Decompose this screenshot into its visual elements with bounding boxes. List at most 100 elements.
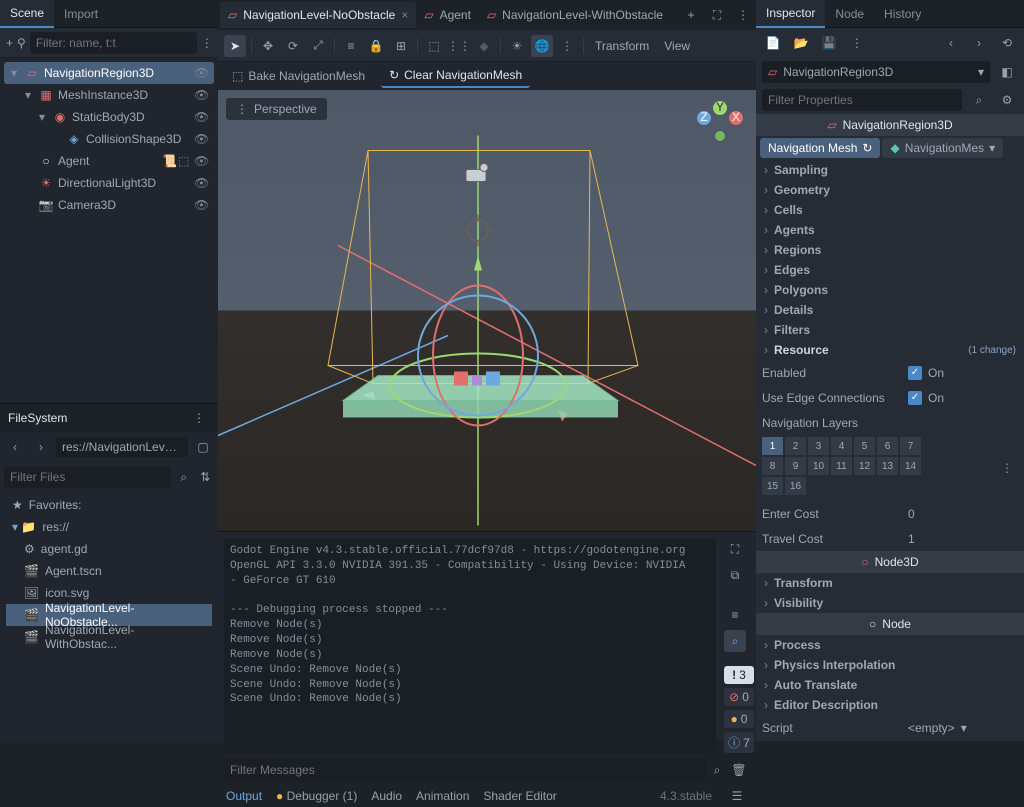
audio-tab[interactable]: Audio [371, 789, 402, 803]
prop-group[interactable]: ›Visibility [756, 593, 1024, 613]
add-scene-icon[interactable]: + [680, 4, 702, 26]
filter-properties-input[interactable] [762, 89, 962, 111]
add-node-icon[interactable]: + [6, 32, 13, 54]
more-icon[interactable]: ⋮ [846, 32, 868, 54]
tree-node[interactable]: ☀DirectionalLight3D👁 [4, 172, 214, 194]
prop-group[interactable]: ›Regions [756, 240, 1024, 260]
layer-cell[interactable]: 5 [854, 437, 875, 455]
prop-group[interactable]: ›Edges [756, 260, 1024, 280]
fs-item[interactable]: 🎬Agent.tscn [6, 560, 212, 582]
viewport-3d[interactable]: ⋮ Perspective X Y Z [218, 90, 756, 531]
layer-cell[interactable]: 16 [785, 477, 806, 495]
prop-group[interactable]: ›Sampling [756, 160, 1024, 180]
prop-group[interactable]: ›Transform [756, 573, 1024, 593]
snap-icon[interactable]: ⋮⋮ [448, 35, 470, 57]
view-menu[interactable]: View [658, 39, 696, 53]
scene-filter-input[interactable] [30, 32, 197, 54]
warn-count[interactable]: ● 0 [724, 710, 754, 728]
expand-icon[interactable]: ⛶ [706, 4, 728, 26]
output-tab[interactable]: Output [226, 789, 262, 803]
import-tab[interactable]: Import [54, 0, 108, 28]
layers-more-icon[interactable]: ⋮ [996, 457, 1018, 479]
fs-filter-input[interactable] [4, 466, 171, 488]
select-tool-icon[interactable]: ➤ [224, 35, 246, 57]
bake-navmesh-button[interactable]: ⬚ Bake NavigationMesh [224, 65, 373, 87]
move-tool-icon[interactable]: ✥ [257, 35, 279, 57]
layer-cell[interactable]: 15 [762, 477, 783, 495]
filter-icon[interactable]: ≡ [724, 604, 746, 626]
clear-navmesh-button[interactable]: ↻ Clear NavigationMesh [381, 64, 530, 88]
layer-cell[interactable]: 9 [785, 457, 806, 475]
scene-file-tab[interactable]: ▱NavigationLevel-WithObstacle [479, 2, 671, 28]
scale-tool-icon[interactable]: ⤢ [307, 35, 329, 57]
tree-node[interactable]: ▾▱NavigationRegion3D👁 [4, 62, 214, 84]
lock-icon[interactable]: 🔒 [365, 35, 387, 57]
tree-node[interactable]: ◈CollisionShape3D👁 [4, 128, 214, 150]
group-icon[interactable]: ⊞ [390, 35, 412, 57]
snap2-icon[interactable]: ◆ [473, 35, 495, 57]
search-icon[interactable]: ⌕ [968, 89, 990, 111]
layer-cell[interactable]: 2 [785, 437, 806, 455]
layer-cell[interactable]: 11 [831, 457, 852, 475]
layer-cell[interactable]: 6 [877, 437, 898, 455]
fs-square-icon[interactable]: ▢ [192, 436, 214, 458]
search-icon[interactable]: ⌕ [706, 759, 728, 781]
layer-cell[interactable]: 4 [831, 437, 852, 455]
more-icon[interactable]: ⋮ [556, 35, 578, 57]
scene-file-tab[interactable]: ▱Agent [416, 2, 479, 28]
list-icon[interactable]: ≡ [340, 35, 362, 57]
history-tab[interactable]: History [874, 0, 931, 28]
prev-icon[interactable]: ‹ [940, 32, 962, 54]
next-icon[interactable]: › [968, 32, 990, 54]
tree-node[interactable]: ○Agent📜⬚👁 [4, 150, 214, 172]
tree-node[interactable]: 📷Camera3D👁 [4, 194, 214, 216]
save-icon[interactable]: 💾 [818, 32, 840, 54]
navmesh-tab[interactable]: Navigation Mesh ↻ [760, 138, 880, 158]
sun-icon[interactable]: ☀ [506, 35, 528, 57]
prop-group[interactable]: ›Polygons [756, 280, 1024, 300]
fatal-count[interactable]: ⊘ 0 [724, 688, 754, 706]
enter-cost-value[interactable]: 0 [908, 507, 1018, 521]
prop-group[interactable]: ›Auto Translate [756, 675, 1024, 695]
resource-group[interactable]: ›Resource(1 change) [756, 340, 1024, 360]
fs-item[interactable]: ⚙agent.gd [6, 538, 212, 560]
inspector-tab[interactable]: Inspector [756, 0, 825, 28]
layer-cell[interactable]: 3 [808, 437, 829, 455]
scene-tab[interactable]: Scene [0, 0, 54, 28]
settings-icon[interactable]: ⚙ [996, 89, 1018, 111]
prop-group[interactable]: ›Agents [756, 220, 1024, 240]
globe-icon[interactable]: 🌐 [531, 35, 553, 57]
node-tab[interactable]: Node [825, 0, 874, 28]
travel-cost-value[interactable]: 1 [908, 532, 1018, 546]
expand-icon[interactable]: ⛶ [724, 538, 746, 560]
trash-icon[interactable]: 🗑 [728, 759, 750, 781]
layer-cell[interactable]: 14 [900, 457, 921, 475]
nav-fwd-icon[interactable]: › [30, 436, 52, 458]
more-icon[interactable]: ⋮ [732, 4, 754, 26]
layout-icon[interactable]: ☰ [726, 785, 748, 807]
copy-icon[interactable]: ⧉ [724, 564, 746, 586]
layer-cell[interactable]: 1 [762, 437, 783, 455]
fs-item[interactable]: 🎬NavigationLevel-WithObstac... [6, 626, 212, 648]
link-icon[interactable]: ⚲ [17, 32, 26, 54]
search-icon[interactable]: ⌕ [724, 630, 746, 652]
layer-cell[interactable]: 12 [854, 457, 875, 475]
fs-root[interactable]: ▾ 📁 res:// [6, 516, 212, 538]
scene-file-tab[interactable]: ▱NavigationLevel-NoObstacle× [220, 2, 416, 28]
prop-group[interactable]: ›Details [756, 300, 1024, 320]
open-icon[interactable]: 📂 [790, 32, 812, 54]
more-icon[interactable]: ⋮ [201, 32, 213, 54]
nav-back-icon[interactable]: ‹ [4, 436, 26, 458]
rotate-tool-icon[interactable]: ⟳ [282, 35, 304, 57]
doc-icon[interactable]: ◧ [996, 61, 1018, 83]
tree-node[interactable]: ▾▦MeshInstance3D👁 [4, 84, 214, 106]
prop-group[interactable]: ›Cells [756, 200, 1024, 220]
layer-cell[interactable]: 10 [808, 457, 829, 475]
tree-node[interactable]: ▾◉StaticBody3D👁 [4, 106, 214, 128]
prop-group[interactable]: ›Physics Interpolation [756, 655, 1024, 675]
prop-group[interactable]: ›Geometry [756, 180, 1024, 200]
history-icon[interactable]: ⟲ [996, 32, 1018, 54]
new-resource-icon[interactable]: 📄 [762, 32, 784, 54]
debugger-tab[interactable]: ● Debugger (1) [276, 789, 357, 803]
layer-cell[interactable]: 7 [900, 437, 921, 455]
